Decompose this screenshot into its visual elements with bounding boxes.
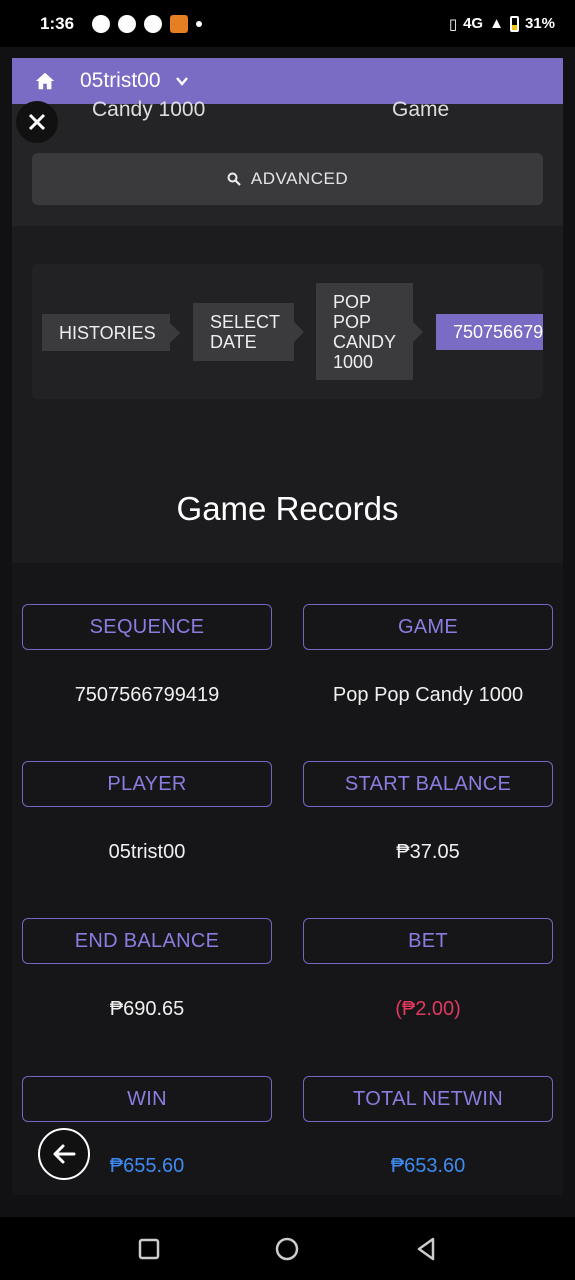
- close-button[interactable]: [16, 101, 58, 143]
- back-triangle-icon[interactable]: [413, 1236, 439, 1262]
- notification-icons: [92, 14, 203, 33]
- notification-speed-icon-2: [144, 14, 163, 33]
- breadcrumb-game[interactable]: POP POP CANDY 1000: [316, 283, 423, 380]
- start-balance-value: ₱37.05: [396, 841, 460, 863]
- advanced-label: ADVANCED: [250, 169, 349, 188]
- filter-type-value: Game: [392, 98, 450, 121]
- search-icon: [227, 172, 241, 186]
- start-balance-label: START BALANCE: [303, 761, 553, 807]
- end-balance-value: ₱690.65: [109, 998, 185, 1020]
- page-title: Game Records: [176, 490, 399, 527]
- sequence-label: SEQUENCE: [22, 604, 272, 650]
- bet-label: BET: [303, 918, 553, 964]
- notification-speed-icon: [118, 14, 137, 33]
- vibrate-icon: ▯: [448, 15, 458, 33]
- back-button[interactable]: [38, 1128, 90, 1180]
- breadcrumb-sequence[interactable]: 7507566799419: [436, 314, 543, 350]
- filter-game-value: Candy 1000: [92, 98, 206, 121]
- breadcrumb-histories[interactable]: HISTORIES: [42, 314, 180, 351]
- battery-level: 31%: [524, 15, 555, 32]
- player-value: 05trist00: [108, 841, 186, 863]
- battery-icon: [509, 15, 519, 32]
- close-icon: [28, 113, 46, 131]
- sequence-value: 7507566799419: [74, 684, 220, 706]
- breadcrumb-label: 7507566799419: [453, 322, 543, 342]
- player-label: PLAYER: [22, 761, 272, 807]
- notification-app-icon: [92, 14, 111, 33]
- notification-image-icon: [170, 14, 189, 33]
- records-panel: SEQUENCE GAME 7507566799419 Pop Pop Cand…: [12, 563, 563, 1195]
- status-time: 1:36: [40, 13, 75, 33]
- username-dropdown[interactable]: 05trist00: [80, 69, 161, 93]
- home-icon[interactable]: [34, 70, 56, 92]
- advanced-button[interactable]: ADVANCED: [32, 153, 543, 205]
- arrow-left-icon: [53, 1144, 76, 1164]
- win-label: WIN: [22, 1076, 272, 1122]
- game-label: GAME: [303, 604, 553, 650]
- total-netwin-label: TOTAL NETWIN: [303, 1076, 553, 1122]
- chevron-down-icon[interactable]: [175, 74, 189, 88]
- breadcrumb: HISTORIES SELECT DATE POP POP CANDY 1000…: [32, 264, 543, 399]
- breadcrumb-label: SELECT DATE: [210, 312, 280, 352]
- more-notifications-dot-icon: [196, 20, 203, 27]
- breadcrumb-label: POP POP CANDY 1000: [333, 291, 396, 372]
- system-nav-bar: [0, 1217, 575, 1280]
- bet-value: (₱2.00): [395, 998, 461, 1020]
- status-bar: 1:36 ▯ 4G ▲ 31%: [0, 0, 575, 47]
- end-balance-label: END BALANCE: [22, 918, 272, 964]
- network-label: 4G: [463, 15, 484, 32]
- home-circle-icon[interactable]: [274, 1236, 300, 1262]
- breadcrumb-select-date[interactable]: SELECT DATE: [193, 303, 304, 361]
- recents-icon[interactable]: [136, 1236, 162, 1262]
- status-right: ▯ 4G ▲ 31%: [449, 15, 555, 33]
- signal-icon: ▲: [489, 15, 504, 32]
- breadcrumb-label: HISTORIES: [59, 322, 156, 343]
- total-netwin-value: ₱653.60: [390, 1155, 466, 1177]
- game-value: Pop Pop Candy 1000: [332, 684, 524, 706]
